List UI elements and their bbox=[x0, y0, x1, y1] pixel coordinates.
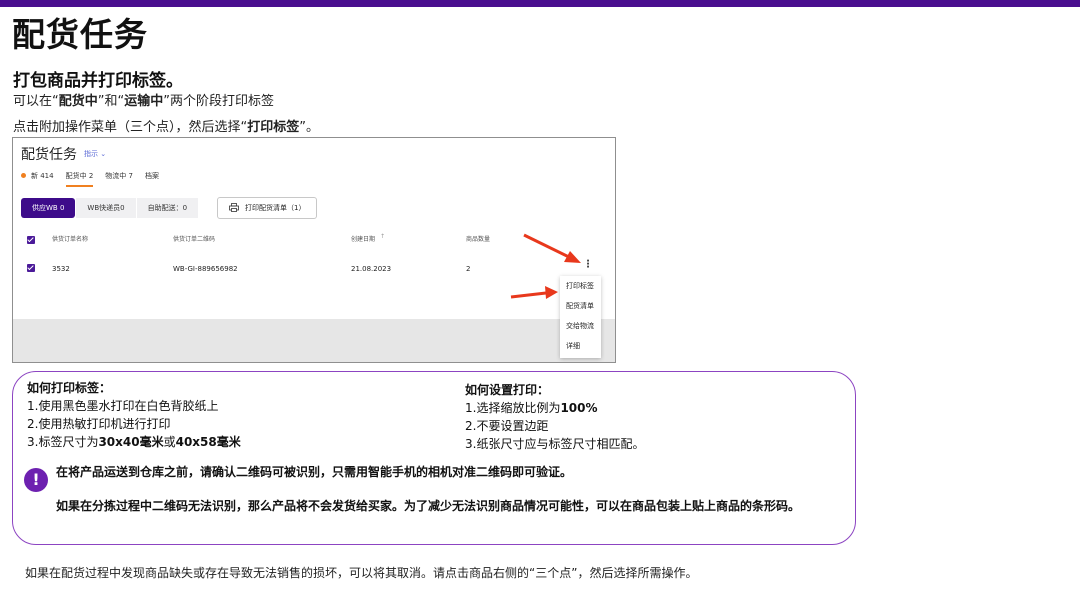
qr-unreadable-notice: 如果在分拣过程中二维码无法识别，那么产品将不会发货给买家。为了减少无法识别商品情… bbox=[56, 499, 801, 513]
printer-icon bbox=[229, 203, 239, 212]
tab-assembling[interactable]: 配货中 2 bbox=[65, 171, 93, 187]
tab-new[interactable]: 新 414 bbox=[21, 171, 54, 187]
print-settings-instructions: 如何设置打印： 1.选择缩放比例为100% 2.不要设置边距 3.纸张尺寸应与标… bbox=[465, 381, 644, 453]
print-settings-heading: 如何设置打印： bbox=[465, 383, 550, 397]
print-settings-step: 1.选择缩放比例为100% bbox=[465, 401, 598, 415]
print-label-step: 3.标签尺寸为30x40毫米或40x58毫米 bbox=[27, 435, 241, 449]
col-header-order-qr: 供货订单二维码 bbox=[173, 236, 216, 243]
col-header-order-name: 供货订单名称 bbox=[52, 236, 89, 243]
select-all-checkbox[interactable] bbox=[27, 236, 35, 244]
col-header-quantity: 商品数量 bbox=[466, 236, 491, 243]
sort-arrow-icon[interactable]: ↑ bbox=[380, 233, 385, 240]
cell-quantity: 2 bbox=[466, 265, 471, 273]
orders-screenshot: 配货任务 指示 ⌄ 新 414 配货中 2 物流中 7 档案 供应WB 0 WB… bbox=[12, 137, 616, 363]
page-title: 配货任务 bbox=[12, 15, 148, 54]
cell-created-date: 21.08.2023 bbox=[351, 265, 392, 273]
more-actions-icon[interactable]: · · · bbox=[586, 257, 590, 273]
menu-item-picklist[interactable]: 配货清单 bbox=[560, 296, 601, 316]
col-header-created-date[interactable]: 创建日期 bbox=[351, 234, 375, 243]
segment-wb-supply[interactable]: 供应WB 0 bbox=[21, 198, 76, 218]
section-heading: 打包商品并打印标签。 bbox=[13, 71, 183, 91]
new-dot-icon bbox=[21, 173, 26, 178]
screenshot-title: 配货任务 bbox=[21, 147, 77, 163]
print-label-instructions: 如何打印标签： 1.使用黑色墨水打印在白色背胶纸上 2.使用热敏打印机进行打印 … bbox=[27, 379, 241, 451]
instruction-text: 点击附加操作菜单（三个点），然后选择“打印标签”。 bbox=[13, 120, 320, 135]
segment-wb-courier[interactable]: WB快递员0 bbox=[76, 198, 136, 218]
print-label-heading: 如何打印标签： bbox=[27, 381, 112, 395]
row-checkbox[interactable] bbox=[27, 264, 35, 272]
segment-self-delivery[interactable]: 自助配送：0 bbox=[136, 198, 199, 218]
row-actions-menu: 打印标签 配货清单 交给物流 详细 bbox=[560, 276, 601, 358]
screenshot-footer-area bbox=[13, 319, 615, 362]
status-tabs: 新 414 配货中 2 物流中 7 档案 bbox=[21, 171, 159, 187]
print-settings-step: 2.不要设置边距 bbox=[465, 419, 549, 433]
print-picklist-button[interactable]: 打印配货清单（1） bbox=[217, 197, 317, 219]
cell-order-name: 3532 bbox=[52, 265, 70, 273]
top-brand-bar bbox=[0, 0, 1080, 7]
menu-item-details[interactable]: 详细 bbox=[560, 336, 601, 356]
arrow-to-print-label-icon bbox=[510, 286, 558, 299]
arrow-to-more-actions-icon bbox=[523, 233, 581, 263]
hint-link[interactable]: 指示 ⌄ bbox=[84, 149, 106, 159]
menu-item-print-label[interactable]: 打印标签 bbox=[560, 276, 601, 296]
delivery-type-filter: 供应WB 0 WB快递员0 自助配送：0 bbox=[21, 198, 199, 218]
cancel-note: 如果在配货过程中发现商品缺失或存在导致无法销售的损坏，可以将其取消。请点击商品右… bbox=[25, 566, 698, 580]
menu-item-hand-to-logistics[interactable]: 交给物流 bbox=[560, 316, 601, 336]
qr-check-notice: 在将产品运送到仓库之前，请确认二维码可被识别，只需用智能手机的相机对准二维码即可… bbox=[56, 465, 573, 479]
tab-in-delivery[interactable]: 物流中 7 bbox=[105, 171, 133, 187]
print-settings-step: 3.纸张尺寸应与标签尺寸相匹配。 bbox=[465, 437, 645, 451]
info-box: 如何打印标签： 1.使用黑色墨水打印在白色背胶纸上 2.使用热敏打印机进行打印 … bbox=[12, 371, 856, 545]
print-label-step: 1.使用黑色墨水打印在白色背胶纸上 bbox=[27, 399, 219, 413]
tab-archive[interactable]: 档案 bbox=[145, 171, 159, 187]
print-label-step: 2.使用热敏打印机进行打印 bbox=[27, 417, 171, 431]
warning-icon: ! bbox=[24, 468, 48, 492]
cell-order-qr: WB-GI-889656982 bbox=[173, 265, 238, 273]
intro-text: 可以在“配货中”和“运输中”两个阶段打印标签 bbox=[13, 94, 275, 109]
